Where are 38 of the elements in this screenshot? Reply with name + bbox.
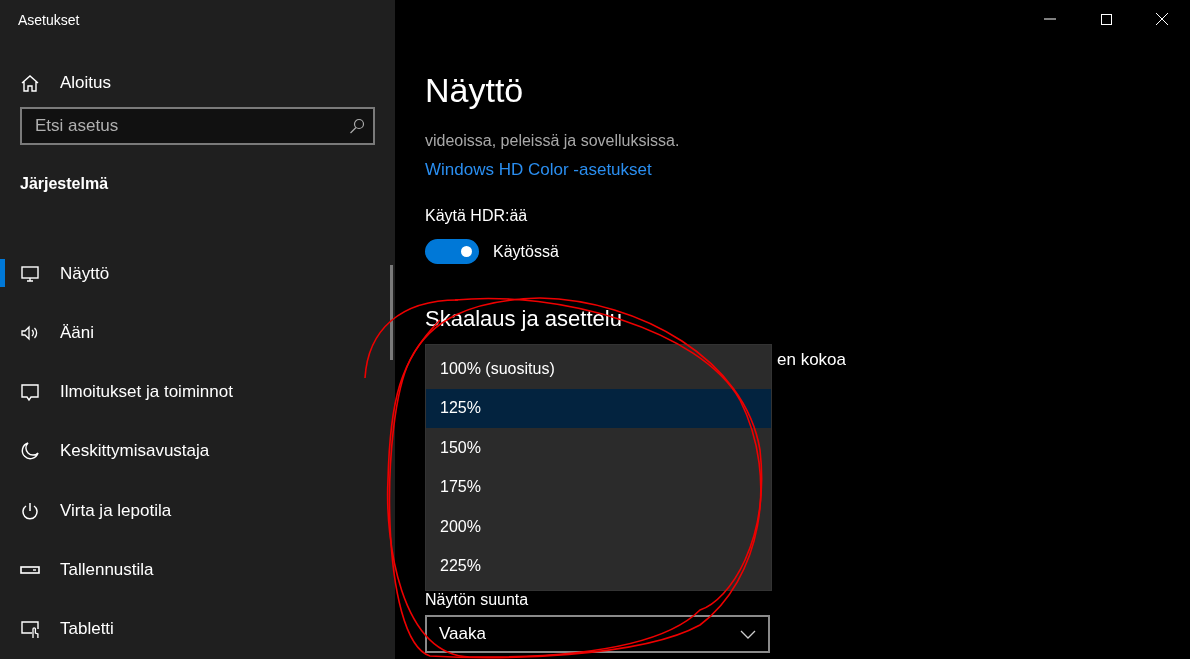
scrollbar[interactable] xyxy=(390,265,393,360)
search-icon xyxy=(349,118,365,135)
window-title: Asetukset xyxy=(17,11,80,30)
nav-item[interactable]: Keskittymisavustaja xyxy=(0,421,216,482)
speech-bubble-icon xyxy=(20,382,40,403)
home-icon xyxy=(20,73,40,94)
maximize-icon xyxy=(1100,13,1112,25)
chevron-down-icon xyxy=(740,629,756,639)
toggle-switch[interactable] xyxy=(425,239,479,264)
tablet-icon xyxy=(20,619,40,640)
dropdown-option[interactable]: 100% (suositus) xyxy=(426,349,771,389)
dropdown-option[interactable]: 225% xyxy=(426,546,771,586)
setting-label: en kokoa xyxy=(777,350,846,370)
minimize-icon xyxy=(1044,18,1056,20)
page-title: Näyttö xyxy=(425,70,524,110)
dropdown-option[interactable]: 150% xyxy=(426,428,771,468)
orientation-dropdown[interactable]: Vaaka xyxy=(425,615,770,653)
section-heading: Järjestelmä xyxy=(19,174,109,195)
hd-color-link[interactable]: Windows HD Color -asetukset xyxy=(425,160,652,180)
moon-icon xyxy=(20,441,40,462)
nav-item[interactable]: Tabletti xyxy=(0,599,120,659)
power-icon xyxy=(20,500,40,521)
toggle-state-text: Käytössä xyxy=(493,242,559,261)
dropdown-option[interactable]: 125% xyxy=(426,388,771,428)
close-icon xyxy=(1156,13,1168,25)
setting-label: Näytön suunta xyxy=(425,591,529,609)
dropdown-option[interactable]: 175% xyxy=(426,467,771,507)
dropdown-option[interactable]: 200% xyxy=(426,507,771,547)
nav-item[interactable]: Näyttö xyxy=(0,243,116,304)
description-text: videoissa, peleissä ja sovelluksissa. xyxy=(425,132,680,150)
home-link[interactable]: Aloitus xyxy=(0,70,112,97)
nav-item[interactable]: Ääni xyxy=(0,303,101,363)
monitor-icon xyxy=(20,263,40,284)
nav-item[interactable]: Ilmoitukset ja toiminnot xyxy=(0,362,239,422)
search-field[interactable]: Etsi asetus xyxy=(20,107,375,146)
nav-item[interactable]: Tallennustila xyxy=(0,540,160,600)
nav-item[interactable]: Virta ja lepotila xyxy=(0,481,178,541)
setting-label: Käytä HDR:ää xyxy=(425,207,528,225)
